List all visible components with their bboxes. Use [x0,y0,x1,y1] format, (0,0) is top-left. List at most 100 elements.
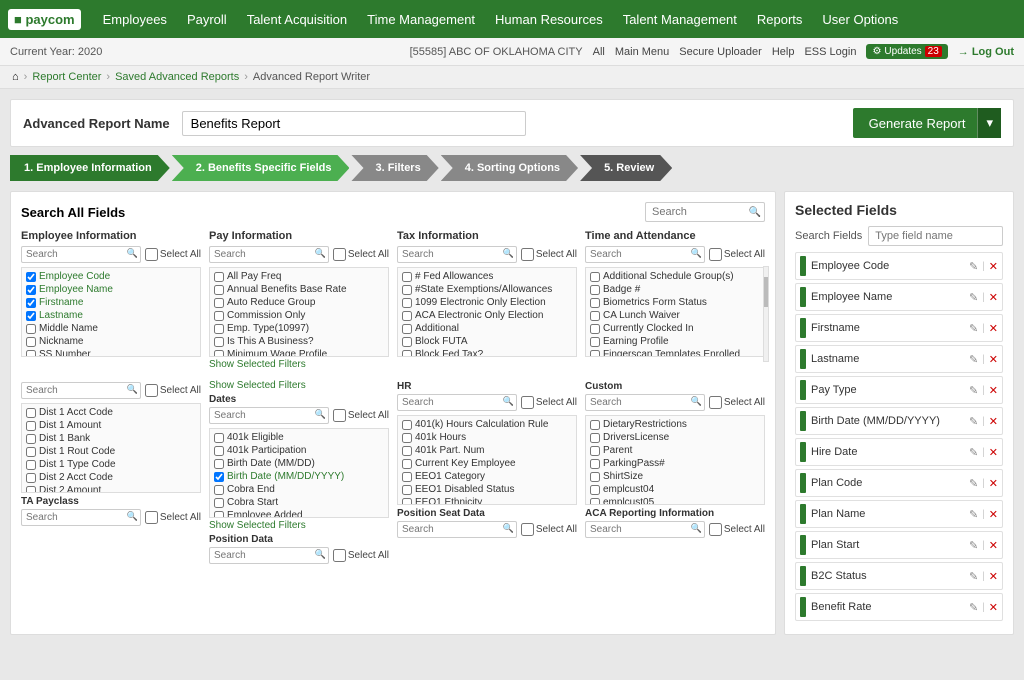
home-icon[interactable]: ⌂ [12,71,19,83]
field-middle-name[interactable]: Middle Name [24,322,198,335]
edit-icon[interactable]: ✎ [969,539,978,552]
ta-search-input[interactable] [21,509,141,526]
field-emplcust05[interactable]: emplcust05 [588,496,762,505]
step-2[interactable]: 2. Benefits Specific Fields [172,155,350,181]
generate-dropdown-arrow[interactable]: ▾ [977,108,1001,138]
field-dist1-amount[interactable]: Dist 1 Amount [24,419,198,432]
field-cobra-start[interactable]: Cobra Start [212,496,386,509]
delete-icon[interactable]: ✕ [989,384,998,397]
tax-select-all[interactable]: Select All [521,248,577,261]
step-3[interactable]: 3. Filters [351,155,438,181]
dates-search-input[interactable] [209,407,329,424]
search-all-fields-input[interactable] [645,202,765,222]
field-ca-lunch[interactable]: CA Lunch Waiver [588,309,762,322]
field-dist2-acct[interactable]: Dist 2 Acct Code [24,471,198,484]
position-show-filters[interactable]: Show Selected Filters [209,520,389,531]
pos-search-input[interactable] [209,547,329,564]
delete-icon[interactable]: ✕ [989,322,998,335]
delete-icon[interactable]: ✕ [989,415,998,428]
nav-human-resources[interactable]: Human Resources [485,0,613,38]
field-eeo1-ethnicity[interactable]: EEO1 Ethnicity [400,496,574,505]
nav-employees[interactable]: Employees [93,0,177,38]
delete-icon[interactable]: ✕ [989,477,998,490]
field-fingerscan[interactable]: Fingerscan Templates Enrolled [588,348,762,357]
field-annual-benefits[interactable]: Annual Benefits Base Rate [212,283,386,296]
delete-icon[interactable]: ✕ [989,260,998,273]
field-401k-hrs-calc[interactable]: 401(k) Hours Calculation Rule [400,418,574,431]
field-lastname[interactable]: Lastname [24,309,198,322]
pay-show-filters[interactable]: Show Selected Filters [209,359,389,370]
field-dist1-bank[interactable]: Dist 1 Bank [24,432,198,445]
employee-search-input[interactable] [21,246,141,263]
field-401k-hours[interactable]: 401k Hours [400,431,574,444]
search-fields-input[interactable] [868,226,1003,246]
edit-icon[interactable]: ✎ [969,384,978,397]
field-block-futa[interactable]: Block FUTA [400,335,574,348]
nav-talent-management[interactable]: Talent Management [613,0,747,38]
field-birth-mmdd[interactable]: Birth Date (MM/DD) [212,457,386,470]
field-fed-allowances[interactable]: # Fed Allowances [400,270,574,283]
delete-icon[interactable]: ✕ [989,539,998,552]
field-biometrics[interactable]: Biometrics Form Status [588,296,762,309]
field-dist1-acct[interactable]: Dist 1 Acct Code [24,406,198,419]
delete-icon[interactable]: ✕ [989,508,998,521]
edit-icon[interactable]: ✎ [969,570,978,583]
field-earning-profile[interactable]: Earning Profile [588,335,762,348]
field-commission[interactable]: Commission Only [212,309,386,322]
nav-user-options[interactable]: User Options [812,0,908,38]
step-1[interactable]: 1. Employee Information [10,155,170,181]
field-drivers-license[interactable]: DriversLicense [588,431,762,444]
updates-button[interactable]: ⚙ Updates 23 [866,44,947,59]
breadcrumb-saved-reports[interactable]: Saved Advanced Reports [115,71,239,83]
delete-icon[interactable]: ✕ [989,601,998,614]
field-add-schedule[interactable]: Additional Schedule Group(s) [588,270,762,283]
field-emp-type[interactable]: Emp. Type(10997) [212,322,386,335]
generate-report-button[interactable]: Generate Report ▾ [853,108,1001,138]
field-dist1-type[interactable]: Dist 1 Type Code [24,458,198,471]
ta-select-all[interactable]: Select All [145,511,201,524]
field-dist1-rout[interactable]: Dist 1 Rout Code [24,445,198,458]
tax-search-input[interactable] [397,246,517,263]
edit-icon[interactable]: ✎ [969,508,978,521]
field-parent[interactable]: Parent [588,444,762,457]
logout-button[interactable]: → Log Out [958,46,1014,58]
all-link[interactable]: All [593,46,605,58]
field-emplcust04[interactable]: emplcust04 [588,483,762,496]
field-firstname[interactable]: Firstname [24,296,198,309]
field-current-key[interactable]: Current Key Employee [400,457,574,470]
time-search-input[interactable] [585,246,705,263]
field-401k-eligible[interactable]: 401k Eligible [212,431,386,444]
delete-icon[interactable]: ✕ [989,446,998,459]
field-parking[interactable]: ParkingPass# [588,457,762,470]
aca-search-input[interactable] [585,521,705,538]
dd-select-all[interactable]: Select All [145,384,201,397]
field-birth-mmddyyyy[interactable]: Birth Date (MM/DD/YYYY) [212,470,386,483]
field-nickname[interactable]: Nickname [24,335,198,348]
field-cobra-end[interactable]: Cobra End [212,483,386,496]
field-state-exemptions[interactable]: #State Exemptions/Allowances [400,283,574,296]
field-clocked-in[interactable]: Currently Clocked In [588,322,762,335]
field-1099-election[interactable]: 1099 Electronic Only Election [400,296,574,309]
field-shirt[interactable]: ShirtSize [588,470,762,483]
time-select-all[interactable]: Select All [709,248,765,261]
field-401k-participation[interactable]: 401k Participation [212,444,386,457]
custom-select-all[interactable]: Select All [709,396,765,409]
nav-reports[interactable]: Reports [747,0,813,38]
field-auto-reduce[interactable]: Auto Reduce Group [212,296,386,309]
pay-search-input[interactable] [209,246,329,263]
main-menu-link[interactable]: Main Menu [615,46,669,58]
field-additional[interactable]: Additional [400,322,574,335]
delete-icon[interactable]: ✕ [989,353,998,366]
field-aca-election[interactable]: ACA Electronic Only Election [400,309,574,322]
step-5[interactable]: 5. Review [580,155,672,181]
dd-search-input[interactable] [21,382,141,399]
field-employee-code[interactable]: Employee Code [24,270,198,283]
hr-search-input[interactable] [397,394,517,411]
edit-icon[interactable]: ✎ [969,446,978,459]
custom-search-input[interactable] [585,394,705,411]
field-badge[interactable]: Badge # [588,283,762,296]
edit-icon[interactable]: ✎ [969,291,978,304]
edit-icon[interactable]: ✎ [969,322,978,335]
field-employee-added[interactable]: Employee Added [212,509,386,518]
field-dietary[interactable]: DietaryRestrictions [588,418,762,431]
